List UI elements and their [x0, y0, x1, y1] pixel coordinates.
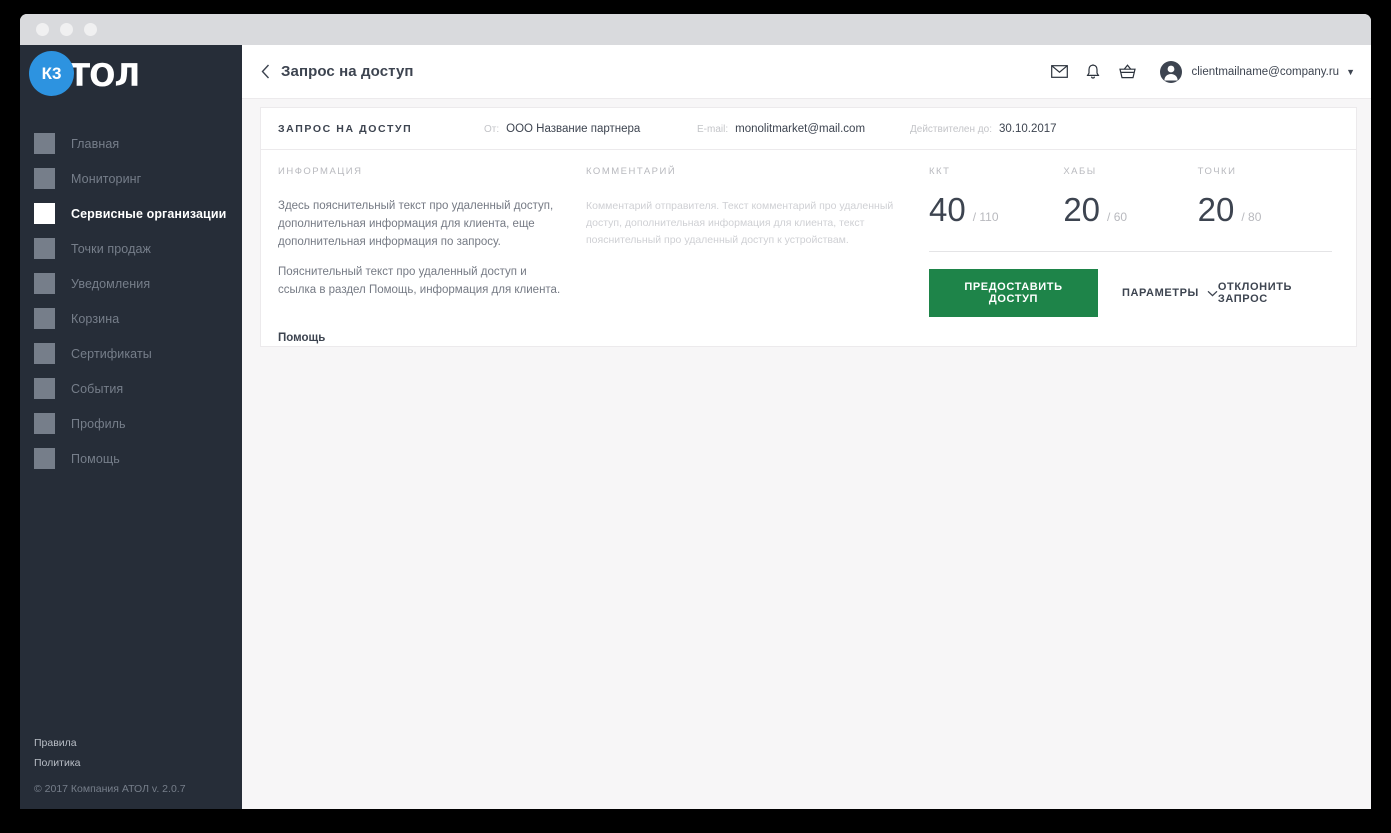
sidebar-item-sales-points[interactable]: Точки продаж: [20, 231, 242, 266]
main-content: Запрос на доступ clientmailname@company.…: [242, 45, 1371, 809]
app-body: АТОЛ К3 Главная Мониторинг Сервисные орг…: [20, 45, 1371, 809]
stat-label: ТОЧКИ: [1197, 166, 1237, 177]
info-paragraph-1: Здесь пояснительный текст про удаленный …: [278, 200, 554, 248]
square-placeholder-icon: [34, 273, 55, 294]
user-email-label: clientmailname@company.ru: [1191, 65, 1340, 78]
sidebar-item-label: Корзина: [71, 311, 120, 326]
sidebar-footer: Правила Политика © 2017 Компания АТОЛ v.…: [20, 737, 242, 795]
window-maximize-button[interactable]: [84, 23, 97, 36]
basket-icon[interactable]: [1112, 57, 1142, 87]
sidebar-item-label: Профиль: [71, 416, 126, 431]
grant-access-button[interactable]: ПРЕДОСТАВИТЬ ДОСТУП: [929, 269, 1098, 317]
card-header: ЗАПРОС НА ДОСТУП От: ООО Название партне…: [261, 108, 1356, 150]
copyright-text: © 2017 Компания АТОЛ v. 2.0.7: [34, 783, 186, 795]
window-minimize-button[interactable]: [60, 23, 73, 36]
sidebar-item-label: Мониторинг: [71, 171, 142, 186]
help-link[interactable]: Помощь: [278, 332, 325, 344]
comment-column: КОММЕНТАРИЙ Комментарий отправителя. Тек…: [586, 166, 921, 346]
mail-icon[interactable]: [1044, 57, 1074, 87]
logo-badge: К3: [29, 51, 74, 96]
stats-row: ККТ 40 / 110 ХАБЫ 20 / 60 ТОЧКИ 20 / 80: [929, 166, 1336, 229]
meta-valid-value: 30.10.2017: [998, 122, 1057, 135]
info-paragraph-2: Пояснительный текст про удаленный доступ…: [278, 266, 561, 297]
user-menu[interactable]: clientmailname@company.ru ▼: [1160, 60, 1355, 83]
sidebar-item-label: Главная: [71, 136, 120, 151]
sidebar-item-label: Точки продаж: [71, 241, 151, 256]
sidebar-item-label: События: [71, 381, 124, 396]
sidebar-item-service-organizations[interactable]: Сервисные организации: [20, 196, 242, 231]
stat-current-value: 40: [929, 191, 966, 228]
meta-from: От: ООО Название партнера: [484, 123, 697, 135]
parameters-button[interactable]: ПАРАМЕТРЫ: [1122, 287, 1218, 299]
info-column: ИНФОРМАЦИЯ Здесь пояснительный текст про…: [261, 166, 586, 346]
stat-total-value: / 110: [972, 210, 999, 224]
sidebar-item-cart[interactable]: Корзина: [20, 301, 242, 336]
comment-text: Комментарий отправителя. Текст комментар…: [586, 200, 894, 246]
stat-current-value: 20: [1197, 191, 1235, 228]
stat-haby: ХАБЫ 20 / 60: [1063, 166, 1197, 229]
actions-row: ПРЕДОСТАВИТЬ ДОСТУП ПАРАМЕТРЫ ОТКЛОНИТЬ …: [929, 252, 1336, 339]
reject-request-button[interactable]: ОТКЛОНИТЬ ЗАПРОС: [1218, 281, 1332, 305]
square-placeholder-icon: [34, 168, 55, 189]
stat-value-row: 20 / 80: [1198, 191, 1332, 229]
square-placeholder-icon: [34, 308, 55, 329]
stat-total-value: / 80: [1241, 210, 1262, 224]
sidebar-item-label: Сервисные организации: [71, 206, 227, 221]
parameters-label: ПАРАМЕТРЫ: [1122, 287, 1199, 299]
stat-tochki: ТОЧКИ 20 / 80: [1198, 166, 1332, 229]
sidebar-item-certificates[interactable]: Сертификаты: [20, 336, 242, 371]
sidebar-item-monitoring[interactable]: Мониторинг: [20, 161, 242, 196]
stat-label: ХАБЫ: [1063, 166, 1097, 177]
meta-email-label: E-mail:: [697, 123, 729, 135]
card-body: ИНФОРМАЦИЯ Здесь пояснительный текст про…: [261, 150, 1356, 346]
meta-email: E-mail: monolitmarket@mail.com: [697, 123, 910, 135]
bell-icon[interactable]: [1078, 57, 1108, 87]
footer-link-policy[interactable]: Политика: [34, 757, 242, 769]
comment-section-label: КОММЕНТАРИЙ: [586, 166, 677, 177]
stats-column: ККТ 40 / 110 ХАБЫ 20 / 60 ТОЧКИ 20 / 80 …: [921, 166, 1356, 346]
sidebar-item-glavnaya[interactable]: Главная: [20, 126, 242, 161]
topbar: Запрос на доступ clientmailname@company.…: [242, 45, 1371, 99]
info-section-label: ИНФОРМАЦИЯ: [278, 166, 363, 177]
caret-down-icon: ▼: [1346, 66, 1355, 77]
chevron-left-icon[interactable]: [257, 64, 273, 80]
stat-label: ККТ: [929, 166, 951, 177]
browser-window: АТОЛ К3 Главная Мониторинг Сервисные орг…: [20, 14, 1371, 809]
meta-email-value: monolitmarket@mail.com: [735, 122, 866, 135]
page-title: Запрос на доступ: [281, 63, 414, 80]
stat-kkt: ККТ 40 / 110: [929, 166, 1063, 229]
stat-total-value: / 60: [1107, 210, 1128, 224]
stat-value-row: 20 / 60: [1063, 191, 1197, 229]
stat-value-row: 40 / 110: [929, 191, 1063, 229]
sidebar-item-label: Помощь: [71, 451, 120, 466]
sidebar-nav: Главная Мониторинг Сервисные организации…: [20, 126, 242, 476]
meta-from-value: ООО Название партнера: [506, 122, 641, 135]
chevron-down-icon: [1207, 290, 1218, 297]
meta-valid-until: Действителен до: 30.10.2017: [910, 123, 1057, 135]
sidebar-item-label: Сертификаты: [71, 346, 152, 361]
square-placeholder-icon: [34, 238, 55, 259]
card-title: ЗАПРОС НА ДОСТУП: [278, 122, 413, 135]
sidebar-item-label: Уведомления: [71, 276, 151, 291]
square-placeholder-icon: [34, 133, 55, 154]
sidebar-item-events[interactable]: События: [20, 371, 242, 406]
sidebar-item-profile[interactable]: Профиль: [20, 406, 242, 441]
square-placeholder-icon: [34, 448, 55, 469]
window-titlebar: [20, 14, 1371, 45]
square-placeholder-icon: [34, 413, 55, 434]
square-placeholder-icon: [34, 378, 55, 399]
sidebar-logo[interactable]: АТОЛ К3: [20, 45, 242, 107]
window-close-button[interactable]: [36, 23, 49, 36]
meta-from-label: От:: [484, 123, 500, 135]
access-request-card: ЗАПРОС НА ДОСТУП От: ООО Название партне…: [260, 107, 1357, 348]
sidebar-item-notifications[interactable]: Уведомления: [20, 266, 242, 301]
footer-link-rules[interactable]: Правила: [34, 737, 242, 749]
user-avatar-icon: [1160, 60, 1183, 83]
sidebar: АТОЛ К3 Главная Мониторинг Сервисные орг…: [20, 45, 242, 809]
meta-valid-label: Действителен до:: [910, 123, 992, 135]
square-placeholder-icon: [34, 203, 55, 224]
stat-current-value: 20: [1063, 191, 1101, 228]
square-placeholder-icon: [34, 343, 55, 364]
sidebar-item-help[interactable]: Помощь: [20, 441, 242, 476]
